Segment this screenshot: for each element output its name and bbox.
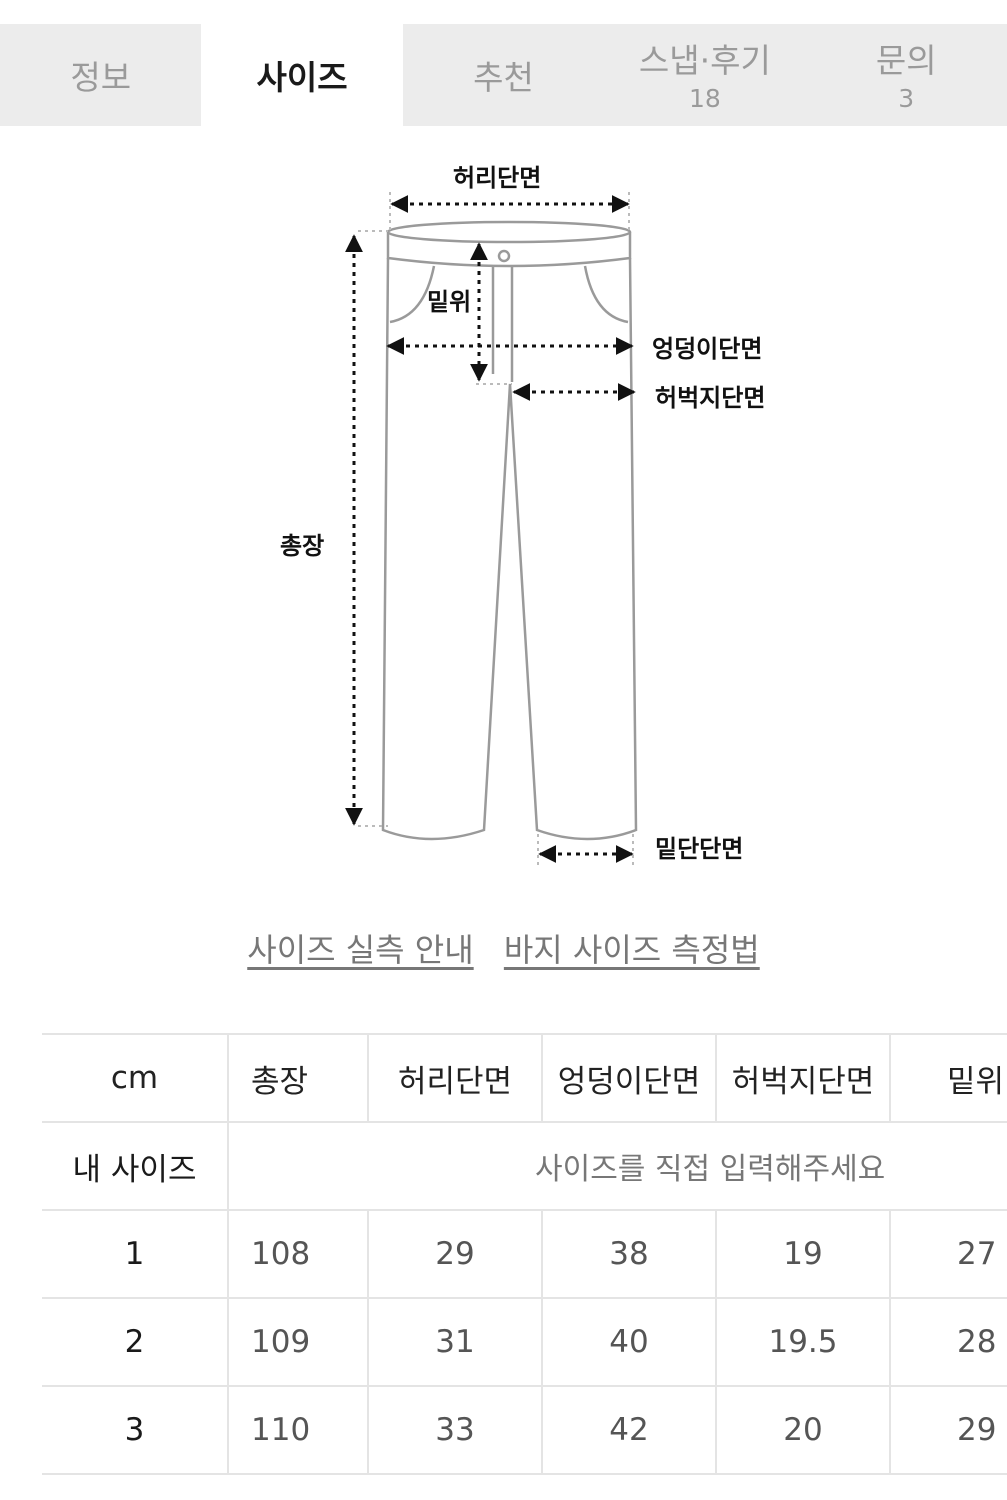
pants-measure-link[interactable]: 바지 사이즈 측정법 <box>504 931 760 969</box>
tab-recommend[interactable]: 추천 <box>403 24 604 126</box>
column-header: 밑위 <box>890 1033 1007 1122</box>
tab-info-label: 정보 <box>70 58 132 97</box>
table-cell: 28 <box>890 1297 1007 1386</box>
thigh-label: 허벅지단면 <box>655 384 766 412</box>
tab-size[interactable]: 사이즈 <box>201 24 403 126</box>
table-header-row: cm 총장 허리단면 엉덩이단면 허벅지단면 밑위 <box>42 1033 1007 1122</box>
guide-links: 사이즈 실측 안내 바지 사이즈 측정법 <box>0 925 1007 971</box>
tab-info[interactable]: 정보 <box>0 24 201 126</box>
my-size-input[interactable]: 사이즈를 직접 입력해주세요 <box>228 1121 1007 1210</box>
tab-bar: 정보 사이즈 추천 스냅·후기 18 문의 3 <box>0 24 1007 126</box>
my-size-label: 내 사이즈 <box>42 1121 229 1210</box>
table-cell: 29 <box>890 1385 1007 1475</box>
column-header: 총장 <box>228 1033 369 1122</box>
waist-label: 허리단면 <box>453 164 542 192</box>
table-cell: 108 <box>228 1209 369 1298</box>
column-header: 엉덩이단면 <box>542 1033 717 1122</box>
my-size-row: 내 사이즈 사이즈를 직접 입력해주세요 <box>42 1121 1007 1210</box>
table-cell: 31 <box>368 1297 543 1386</box>
table-cell: 110 <box>228 1385 369 1475</box>
column-header: 허리단면 <box>368 1033 543 1122</box>
table-row: 3 110 33 42 20 29 <box>42 1385 1007 1475</box>
tab-recommend-label: 추천 <box>473 58 534 97</box>
table-cell: 33 <box>368 1385 543 1475</box>
rise-label: 밑위 <box>427 288 472 316</box>
unit-header: cm <box>42 1033 229 1122</box>
column-header: 허벅지단면 <box>716 1033 891 1122</box>
table-cell: 19.5 <box>716 1297 891 1386</box>
size-guide-link[interactable]: 사이즈 실측 안내 <box>247 931 473 969</box>
hip-label: 엉덩이단면 <box>652 335 763 363</box>
size-cell: 1 <box>42 1209 229 1298</box>
pants-measurement-diagram: 허리단면 밑위 엉덩이단면 허벅지단면 총장 밑단단면 <box>0 126 1007 906</box>
table-cell: 29 <box>368 1209 543 1298</box>
size-table: cm 총장 허리단면 엉덩이단면 허벅지단면 밑위 내 사이즈 사이즈를 직접 … <box>42 1033 1007 1475</box>
tab-inquiry-label: 문의 <box>875 40 937 80</box>
table-cell: 42 <box>542 1385 717 1475</box>
size-cell: 2 <box>42 1297 229 1386</box>
tab-reviews-count: 18 <box>688 83 721 113</box>
hem-label: 밑단단면 <box>655 835 744 863</box>
table-cell: 20 <box>716 1385 891 1475</box>
pants-illustration <box>345 192 638 866</box>
size-cell: 3 <box>42 1385 229 1475</box>
table-row: 1 108 29 38 19 27 <box>42 1209 1007 1298</box>
table-cell: 27 <box>890 1209 1007 1298</box>
table-cell: 19 <box>716 1209 891 1298</box>
length-label: 총장 <box>280 532 325 560</box>
table-cell: 40 <box>542 1297 717 1386</box>
table-cell: 109 <box>228 1297 369 1386</box>
tab-size-label: 사이즈 <box>256 58 348 97</box>
top-strip <box>0 0 1007 24</box>
tab-reviews[interactable]: 스냅·후기 18 <box>604 24 805 126</box>
table-cell: 38 <box>542 1209 717 1298</box>
tab-reviews-label: 스냅·후기 <box>638 40 771 80</box>
guide-ticks <box>358 192 634 866</box>
table-row: 2 109 31 40 19.5 28 <box>42 1297 1007 1386</box>
pants-outline <box>381 220 638 841</box>
tab-inquiry[interactable]: 문의 3 <box>806 24 1007 126</box>
tab-inquiry-count: 3 <box>898 83 915 113</box>
